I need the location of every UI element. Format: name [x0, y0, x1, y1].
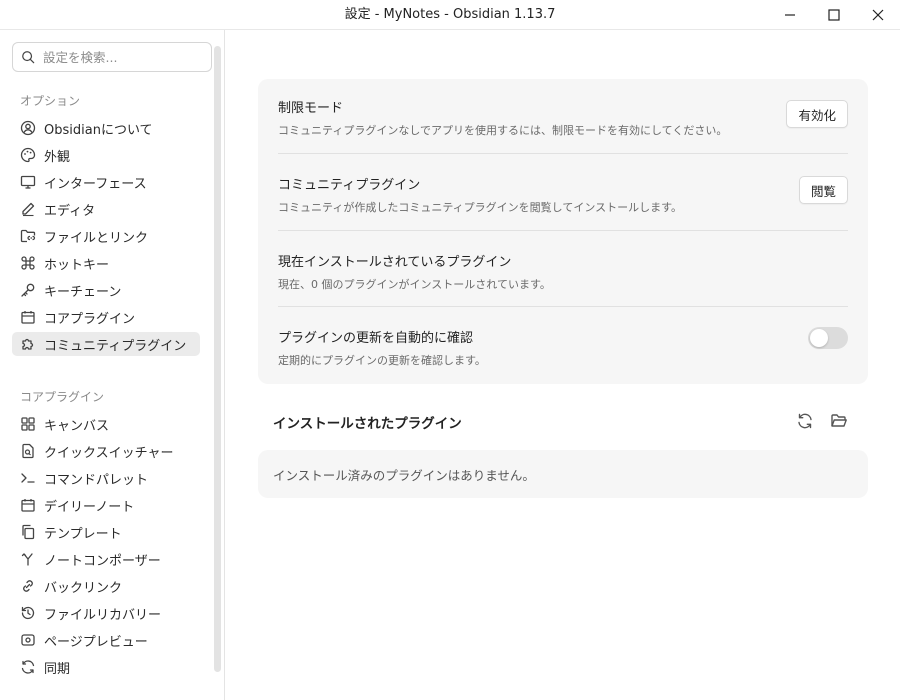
maximize-button[interactable]	[812, 0, 856, 30]
calendar-box-icon	[20, 309, 36, 325]
setting-description: コミュニティが作成したコミュニティプラグインを閲覧してインストールします。	[278, 201, 683, 214]
key-icon	[20, 282, 36, 298]
minimize-icon	[785, 14, 795, 16]
nav-item-community-plugins[interactable]: コミュニティプラグイン	[12, 332, 200, 356]
setting-auto-update: プラグインの更新を自動的に確認 定期的にプラグインの更新を確認します。	[278, 327, 848, 368]
nav-item-label: ノートコンポーザー	[44, 553, 161, 569]
nav-item-sync[interactable]: 同期	[12, 655, 200, 679]
user-circle-icon	[20, 120, 36, 136]
setting-name: コミュニティプラグイン	[278, 178, 421, 193]
close-button[interactable]	[856, 0, 900, 30]
nav-item-page-preview[interactable]: ページプレビュー	[12, 628, 200, 652]
nav-item-label: 外観	[44, 149, 71, 165]
nav-item-label: クイックスイッチャー	[44, 445, 174, 461]
refresh-icon	[20, 659, 36, 675]
installed-plugins-empty: インストール済みのプラグインはありません。	[258, 450, 868, 498]
nav-item-label: ホットキー	[44, 257, 110, 273]
nav-item-daily-notes[interactable]: デイリーノート	[12, 493, 200, 517]
folder-link-icon	[20, 228, 36, 244]
nav-item-about[interactable]: Obsidianについて	[12, 116, 200, 140]
merge-icon	[20, 551, 36, 567]
setting-community-plugins: コミュニティプラグイン コミュニティが作成したコミュニティプラグインを閲覧してイ…	[278, 174, 848, 215]
maximize-icon	[828, 9, 840, 21]
divider	[278, 306, 848, 307]
browse-plugins-button[interactable]: 閲覧	[798, 176, 848, 204]
nav-item-interface[interactable]: インターフェース	[12, 170, 200, 194]
nav-item-label: コマンドパレット	[44, 472, 149, 488]
setting-description: 定期的にプラグインの更新を確認します。	[278, 354, 486, 367]
setting-installed-count: 現在インストールされているプラグイン 現在、0 個のプラグインがインストールされ…	[278, 251, 848, 292]
nav-item-label: キャンバス	[44, 418, 110, 434]
nav-item-quick-switcher[interactable]: クイックスイッチャー	[12, 439, 200, 463]
settings-search[interactable]	[12, 42, 212, 72]
title-bar: 設定 - MyNotes - Obsidian 1.13.7	[0, 0, 900, 30]
nav-item-files-links[interactable]: ファイルとリンク	[12, 224, 200, 248]
history-icon	[20, 605, 36, 621]
close-icon	[872, 9, 884, 21]
nav-item-label: デイリーノート	[44, 499, 135, 515]
eye-icon	[20, 632, 36, 648]
nav-item-appearance[interactable]: 外観	[12, 143, 200, 167]
setting-description: 現在、0 個のプラグインがインストールされています。	[278, 278, 551, 291]
nav-item-canvas[interactable]: キャンバス	[12, 412, 200, 436]
enable-restricted-mode-button[interactable]: 有効化	[786, 100, 848, 128]
refresh-icon	[798, 413, 812, 429]
link-icon	[20, 578, 36, 594]
settings-sidebar: オプション Obsidianについて 外観 インターフェース エディタ ファイル…	[0, 30, 225, 700]
settings-content: 制限モード コミュニティプラグインなしでアプリを使用するには、制限モードを有効に…	[226, 30, 900, 700]
auto-update-toggle[interactable]	[808, 327, 848, 349]
setting-description: コミュニティプラグインなしでアプリを使用するには、制限モードを有効にしてください…	[278, 124, 728, 137]
nav-item-label: コアプラグイン	[44, 311, 136, 327]
nav-item-note-composer[interactable]: ノートコンポーザー	[12, 547, 200, 571]
nav-item-label: キーチェーン	[44, 284, 122, 300]
community-settings-card: 制限モード コミュニティプラグインなしでアプリを使用するには、制限モードを有効に…	[258, 79, 868, 384]
open-plugins-folder-button[interactable]	[828, 410, 850, 432]
search-input[interactable]	[43, 49, 193, 65]
core-plugins-section-label: コアプラグイン	[20, 390, 105, 404]
reload-plugins-button[interactable]	[794, 410, 816, 432]
setting-name: 現在インストールされているプラグイン	[278, 255, 512, 270]
setting-name: プラグインの更新を自動的に確認	[278, 331, 474, 346]
palette-icon	[20, 147, 36, 163]
terminal-icon	[20, 470, 36, 486]
pencil-icon	[20, 201, 36, 217]
setting-name: 制限モード	[278, 101, 344, 116]
puzzle-icon	[20, 336, 36, 352]
nav-item-hotkeys[interactable]: ホットキー	[12, 251, 200, 275]
window-title: 設定 - MyNotes - Obsidian 1.13.7	[344, 7, 556, 22]
setting-restricted-mode: 制限モード コミュニティプラグインなしでアプリを使用するには、制限モードを有効に…	[278, 97, 848, 138]
nav-item-file-recovery[interactable]: ファイルリカバリー	[12, 601, 200, 625]
nav-item-label: テンプレート	[44, 526, 122, 542]
nav-item-label: インターフェース	[44, 176, 147, 192]
nav-item-command-palette[interactable]: コマンドパレット	[12, 466, 200, 490]
divider	[278, 230, 848, 231]
file-search-icon	[20, 443, 36, 459]
search-icon	[22, 51, 35, 64]
nav-item-label: ファイルリカバリー	[44, 607, 162, 623]
monitor-icon	[20, 174, 36, 190]
nav-item-backlinks[interactable]: バックリンク	[12, 574, 200, 598]
divider	[278, 153, 848, 154]
nav-item-label: ファイルとリンク	[44, 230, 149, 246]
calendar-icon	[20, 497, 36, 513]
nav-item-editor[interactable]: エディタ	[12, 197, 200, 221]
sidebar-scrollbar[interactable]	[214, 46, 221, 672]
grid-icon	[20, 416, 36, 432]
nav-item-keychain[interactable]: キーチェーン	[12, 278, 200, 302]
nav-item-templates[interactable]: テンプレート	[12, 520, 200, 544]
toggle-knob	[810, 329, 828, 347]
nav-item-label: ページプレビュー	[44, 634, 148, 650]
minimize-button[interactable]	[768, 0, 812, 30]
installed-plugins-heading: インストールされたプラグイン	[273, 416, 462, 432]
nav-item-label: Obsidianについて	[44, 122, 153, 138]
command-icon	[20, 255, 36, 271]
nav-item-core-plugins[interactable]: コアプラグイン	[12, 305, 200, 329]
folder-open-icon	[831, 414, 847, 427]
options-section-label: オプション	[20, 94, 81, 108]
nav-item-label: 同期	[44, 661, 71, 677]
nav-item-label: コミュニティプラグイン	[44, 338, 187, 354]
copy-icon	[20, 524, 36, 540]
nav-item-label: バックリンク	[44, 580, 123, 596]
nav-item-label: エディタ	[44, 203, 96, 219]
